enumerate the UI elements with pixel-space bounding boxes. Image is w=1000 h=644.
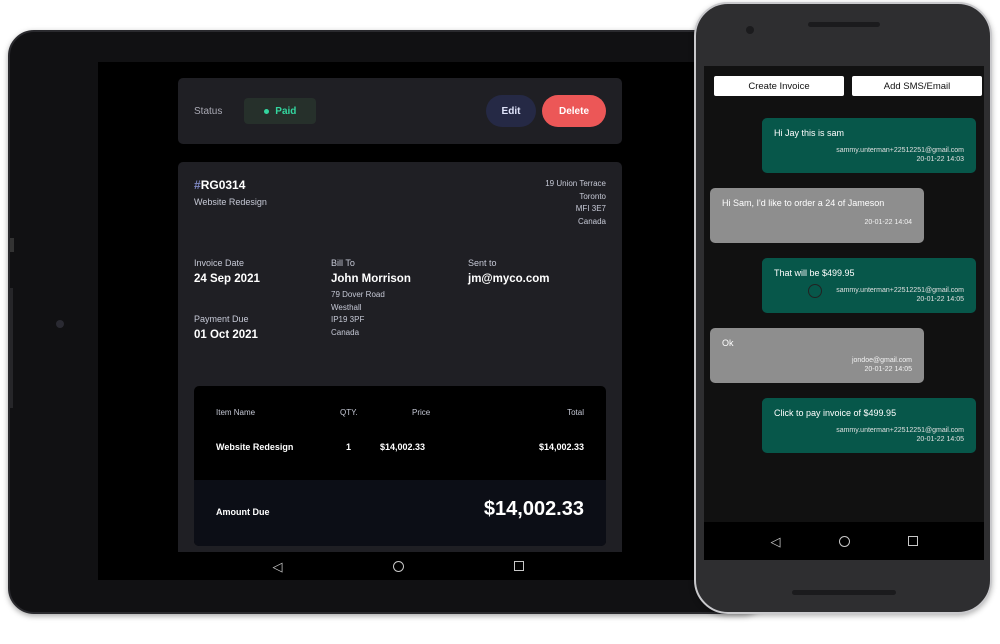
message-bubble-outgoing[interactable]: That will be $499.95 sammy.unterman+2251… [762,258,976,313]
status-value: Paid [275,105,297,117]
item-name: Website Redesign [216,442,294,452]
header-item-name: Item Name [216,408,256,417]
message-bubble-outgoing[interactable]: Hi Jay this is sam sammy.unterman+225122… [762,118,976,173]
phone-bottom-speaker [792,590,896,595]
amount-due-bar: Amount Due $14,002.33 [194,480,606,546]
message-meta: jondoe@gmail.com 20-01-22 14:05 [722,356,912,374]
message-time: 20-01-22 14:05 [864,366,912,373]
bill-to-postcode: IP19 3PF [331,315,365,324]
invoice-id-hash: # [194,178,201,192]
back-triangle-icon[interactable]: ◁ [771,535,781,548]
message-bubble-incoming[interactable]: Hi Sam, I'd like to order a 24 of Jameso… [710,188,924,243]
amount-due-value: $14,002.33 [483,498,584,520]
message-sender: sammy.unterman+22512251@gmail.com [836,427,964,434]
bill-to-label: Bill To [331,258,355,268]
add-sms-email-button[interactable]: Add SMS/Email [852,76,982,96]
sent-to-label: Sent to [468,258,497,268]
payment-due-block: Payment Due 01 Oct 2021 [194,314,258,341]
delete-button[interactable]: Delete [542,95,606,127]
recents-square-icon[interactable] [907,536,918,546]
invoice-date-label: Invoice Date [194,258,245,268]
status-bar: Status Paid Edit Delete [178,78,622,144]
items-table: Item Name QTY. Price Total Website Redes… [194,386,606,546]
invoice-description: Website Redesign [194,197,267,207]
status-label: Status [194,105,223,117]
message-meta: sammy.unterman+22512251@gmail.com 20-01-… [774,286,964,304]
bill-to-name: John Morrison [331,273,411,285]
invoice-date-block: Invoice Date 24 Sep 2021 [194,258,260,285]
invoice-screen: Status Paid Edit Delete #RG0314 Website … [98,62,698,552]
tablet-side-edge [10,288,13,408]
back-triangle-icon[interactable]: ◁ [273,560,283,573]
chat-screen: Create Invoice Add SMS/Email Hi Jay this… [704,66,984,522]
message-text: That will be $499.95 [774,268,855,278]
status-badge: Paid [244,98,317,124]
touch-indicator-icon [808,284,822,298]
sent-to-email[interactable]: jm@myco.com [468,273,550,285]
chat-toolbar: Create Invoice Add SMS/Email [714,76,982,96]
header-qty: QTY. [340,408,358,417]
bill-to-country: Canada [331,327,360,337]
home-circle-icon[interactable] [838,535,850,547]
message-sender: sammy.unterman+22512251@gmail.com [836,287,964,294]
tablet-side-button [10,238,14,252]
bill-to-block: Bill To John Morrison 79 Dover Road West… [331,258,411,339]
bill-to-city: Westhall [331,302,362,312]
create-invoice-button[interactable]: Create Invoice [714,76,844,96]
message-meta: sammy.unterman+22512251@gmail.com 20-01-… [774,146,964,164]
sender-street: 19 Union Terrace [545,179,606,188]
message-time: 20-01-22 14:05 [916,436,964,443]
message-bubble-outgoing[interactable]: Click to pay invoice of $499.95 sammy.un… [762,398,976,453]
item-price: $14,002.33 [380,442,426,452]
message-time: 20-01-22 14:05 [916,296,964,303]
sent-to-block: Sent to jm@myco.com [468,258,550,285]
message-meta: 20-01-22 14:04 [722,218,912,227]
invoice-detail-card: #RG0314 Website Redesign 19 Union Terrac… [178,162,622,552]
message-time: 20-01-22 14:04 [864,219,912,226]
sender-postcode: MFI 3E7 [575,204,606,213]
sender-address: 19 Union Terrace Toronto MFI 3E7 Canada [545,178,606,228]
bill-to-street: 79 Dover Road [331,290,385,299]
message-bubble-incoming[interactable]: Ok jondoe@gmail.com 20-01-22 14:05 [710,328,924,383]
message-text: Ok [722,338,734,348]
message-sender: jondoe@gmail.com [851,357,912,364]
payment-due-value: 01 Oct 2021 [194,329,258,341]
invoice-id-value: RG0314 [200,178,246,192]
item-total: $14,002.33 [538,442,584,452]
header-price: Price [412,408,431,417]
amount-due-label: Amount Due [216,507,270,517]
message-meta: sammy.unterman+22512251@gmail.com 20-01-… [774,426,964,444]
message-sender: sammy.unterman+22512251@gmail.com [836,147,964,154]
phone-camera [746,26,754,34]
tablet-nav-bar: ◁ [98,552,698,580]
phone-speaker [808,22,880,27]
header-total: Total [567,408,584,417]
invoice-date-value: 24 Sep 2021 [194,273,260,285]
edit-button[interactable]: Edit [486,95,536,127]
phone-nav-bar: ◁ [704,522,984,560]
tablet-device: Status Paid Edit Delete #RG0314 Website … [8,30,768,614]
message-text: Hi Jay this is sam [774,128,845,138]
message-text: Hi Sam, I'd like to order a 24 of Jameso… [722,198,885,208]
item-qty: 1 [346,442,352,452]
message-text: Click to pay invoice of $499.95 [774,408,897,418]
invoice-id: #RG0314 [194,178,606,192]
payment-due-label: Payment Due [194,314,249,324]
sender-city: Toronto [579,191,606,201]
home-circle-icon[interactable] [392,560,404,572]
recents-square-icon[interactable] [513,561,524,571]
message-time: 20-01-22 14:03 [916,156,964,163]
tablet-camera [56,320,64,328]
phone-device: Create Invoice Add SMS/Email Hi Jay this… [694,2,992,614]
sender-country: Canada [577,216,606,226]
status-dot-icon [264,108,270,114]
